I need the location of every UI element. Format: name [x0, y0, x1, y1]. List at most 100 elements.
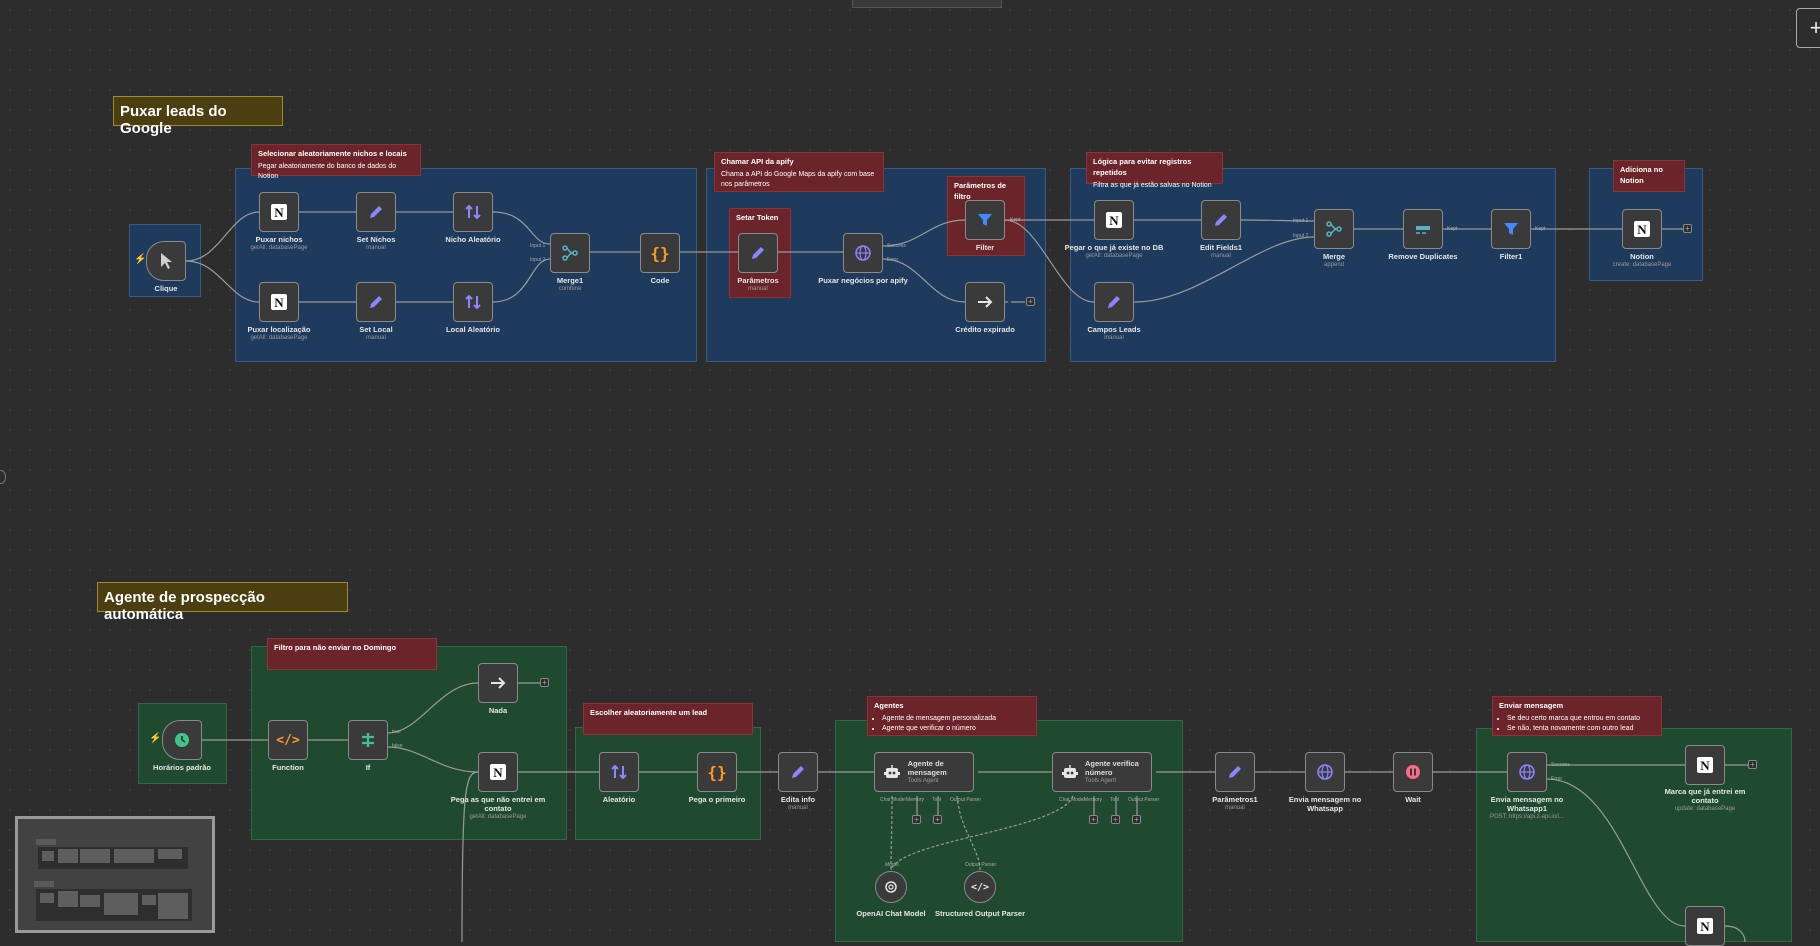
svg-text:N: N — [274, 295, 284, 310]
node-structured-parser[interactable]: </> — [964, 871, 996, 903]
node-function[interactable]: </> — [268, 720, 308, 760]
node-credito-expirado[interactable] — [965, 282, 1005, 322]
node-label: Puxar nichos getAll: databasePage — [250, 235, 308, 251]
node-wait[interactable] — [1393, 752, 1433, 792]
node-puxar-negocios[interactable] — [843, 233, 883, 273]
sort-icon — [608, 761, 630, 783]
node-label: Nada — [488, 706, 508, 715]
if-icon — [357, 729, 379, 751]
add-tool-button[interactable]: + — [1111, 815, 1120, 824]
notion-icon: N — [1694, 915, 1716, 937]
node-envia-whatsapp[interactable] — [1305, 752, 1345, 792]
node-envia-whatsapp1[interactable] — [1507, 752, 1547, 792]
add-tool-button[interactable]: + — [912, 815, 921, 824]
port-label: Success — [1551, 762, 1570, 768]
node-filter1[interactable] — [1491, 209, 1531, 249]
notion-icon: N — [268, 201, 290, 223]
node-edit-fields1[interactable] — [1201, 200, 1241, 240]
port-label: Input 1 — [1293, 218, 1309, 224]
node-label: Crédito expirado — [955, 325, 1015, 334]
node-marca-contato[interactable]: N — [1685, 745, 1725, 785]
pause-icon — [1402, 761, 1424, 783]
node-nada[interactable] — [478, 663, 518, 703]
node-campos-leads[interactable] — [1094, 282, 1134, 322]
minimap[interactable] — [15, 816, 215, 933]
node-clique[interactable] — [146, 241, 186, 281]
globe-icon — [1314, 761, 1336, 783]
dedupe-icon — [1412, 218, 1434, 240]
sort-icon — [462, 201, 484, 223]
port-label: Model — [885, 862, 899, 868]
add-connection-button[interactable]: + — [1683, 224, 1692, 233]
node-pega-nao-entrei[interactable]: N — [478, 752, 518, 792]
svg-text:N: N — [1109, 213, 1119, 228]
node-merge[interactable] — [1314, 209, 1354, 249]
arrow-right-icon — [974, 291, 996, 313]
node-openai-model[interactable] — [875, 871, 907, 903]
node-set-local[interactable] — [356, 282, 396, 322]
node-parametros1[interactable] — [1215, 752, 1255, 792]
pencil-icon — [787, 761, 809, 783]
node-label: Horários padrão — [153, 763, 211, 772]
node-label: If — [365, 763, 371, 772]
node-local-aleatorio[interactable] — [453, 282, 493, 322]
port-label: false — [392, 743, 403, 749]
pencil-icon — [1224, 761, 1246, 783]
add-connection-button[interactable]: + — [540, 678, 549, 687]
pencil-icon — [365, 201, 387, 223]
globe-icon — [1516, 761, 1538, 783]
port-label: Kept — [1447, 226, 1458, 232]
node-puxar-nichos[interactable]: N — [259, 192, 299, 232]
trigger-bolt-icon: ⚡ — [149, 733, 162, 744]
node-label: Set Nichos manual — [356, 235, 396, 251]
node-label: Notion create: databasePage — [1612, 252, 1672, 268]
add-tool-button[interactable]: + — [933, 815, 942, 824]
node-label: Code — [650, 276, 670, 285]
robot-icon — [883, 761, 902, 783]
node-pegar-db[interactable]: N — [1094, 200, 1134, 240]
node-label: Parâmetros manual — [737, 276, 779, 292]
node-label: Aleatório — [602, 795, 636, 804]
node-nicho-aleatorio[interactable] — [453, 192, 493, 232]
node-label: Filter1 — [1499, 252, 1523, 261]
node-label: Wait — [1405, 795, 1421, 804]
node-set-nichos[interactable] — [356, 192, 396, 232]
node-remove-duplicates[interactable] — [1403, 209, 1443, 249]
node-sublabel: Tools Agent — [1085, 777, 1117, 784]
node-horarios[interactable] — [162, 720, 202, 760]
add-tool-button[interactable]: + — [1132, 815, 1141, 824]
node-puxar-localizacao[interactable]: N — [259, 282, 299, 322]
node-agente-mensagem[interactable]: Agente de mensagem Tools Agent — [874, 752, 974, 792]
node-merge1[interactable] — [550, 233, 590, 273]
notion-icon: N — [268, 291, 290, 313]
port-label: Chat Model — [880, 797, 906, 803]
node-label: Filter — [975, 243, 995, 252]
svg-text:N: N — [1700, 919, 1710, 934]
svg-text:N: N — [1700, 758, 1710, 773]
notion-icon: N — [1631, 218, 1653, 240]
node-code[interactable]: {} — [640, 233, 680, 273]
port-label: true — [392, 729, 401, 735]
node-parametros[interactable] — [738, 233, 778, 273]
add-tool-button[interactable]: + — [1089, 815, 1098, 824]
node-agente-verifica[interactable]: Agente verifica número Tools Agent — [1052, 752, 1152, 792]
node-sublabel: Tools Agent — [907, 777, 939, 784]
port-label: Error — [887, 257, 899, 263]
node-notion-retry[interactable]: N — [1685, 906, 1725, 946]
port-label: Tool — [932, 797, 942, 803]
node-filter[interactable] — [965, 200, 1005, 240]
pencil-icon — [747, 242, 769, 264]
node-label: Campos Leads manual — [1087, 325, 1141, 341]
port-label: Chat Model — [1059, 797, 1085, 803]
node-label: Edita info manual — [780, 795, 816, 811]
node-pega-primeiro[interactable]: {} — [697, 752, 737, 792]
node-aleatorio[interactable] — [599, 752, 639, 792]
node-label: Pega as que não entrei em contato getAll:… — [450, 795, 546, 820]
braces-icon: {} — [707, 762, 727, 782]
add-connection-button[interactable]: + — [1748, 760, 1757, 769]
node-if[interactable] — [348, 720, 388, 760]
node-notion[interactable]: N — [1622, 209, 1662, 249]
add-connection-button[interactable]: + — [1026, 297, 1035, 306]
robot-icon — [1061, 761, 1079, 783]
node-edita-info[interactable] — [778, 752, 818, 792]
